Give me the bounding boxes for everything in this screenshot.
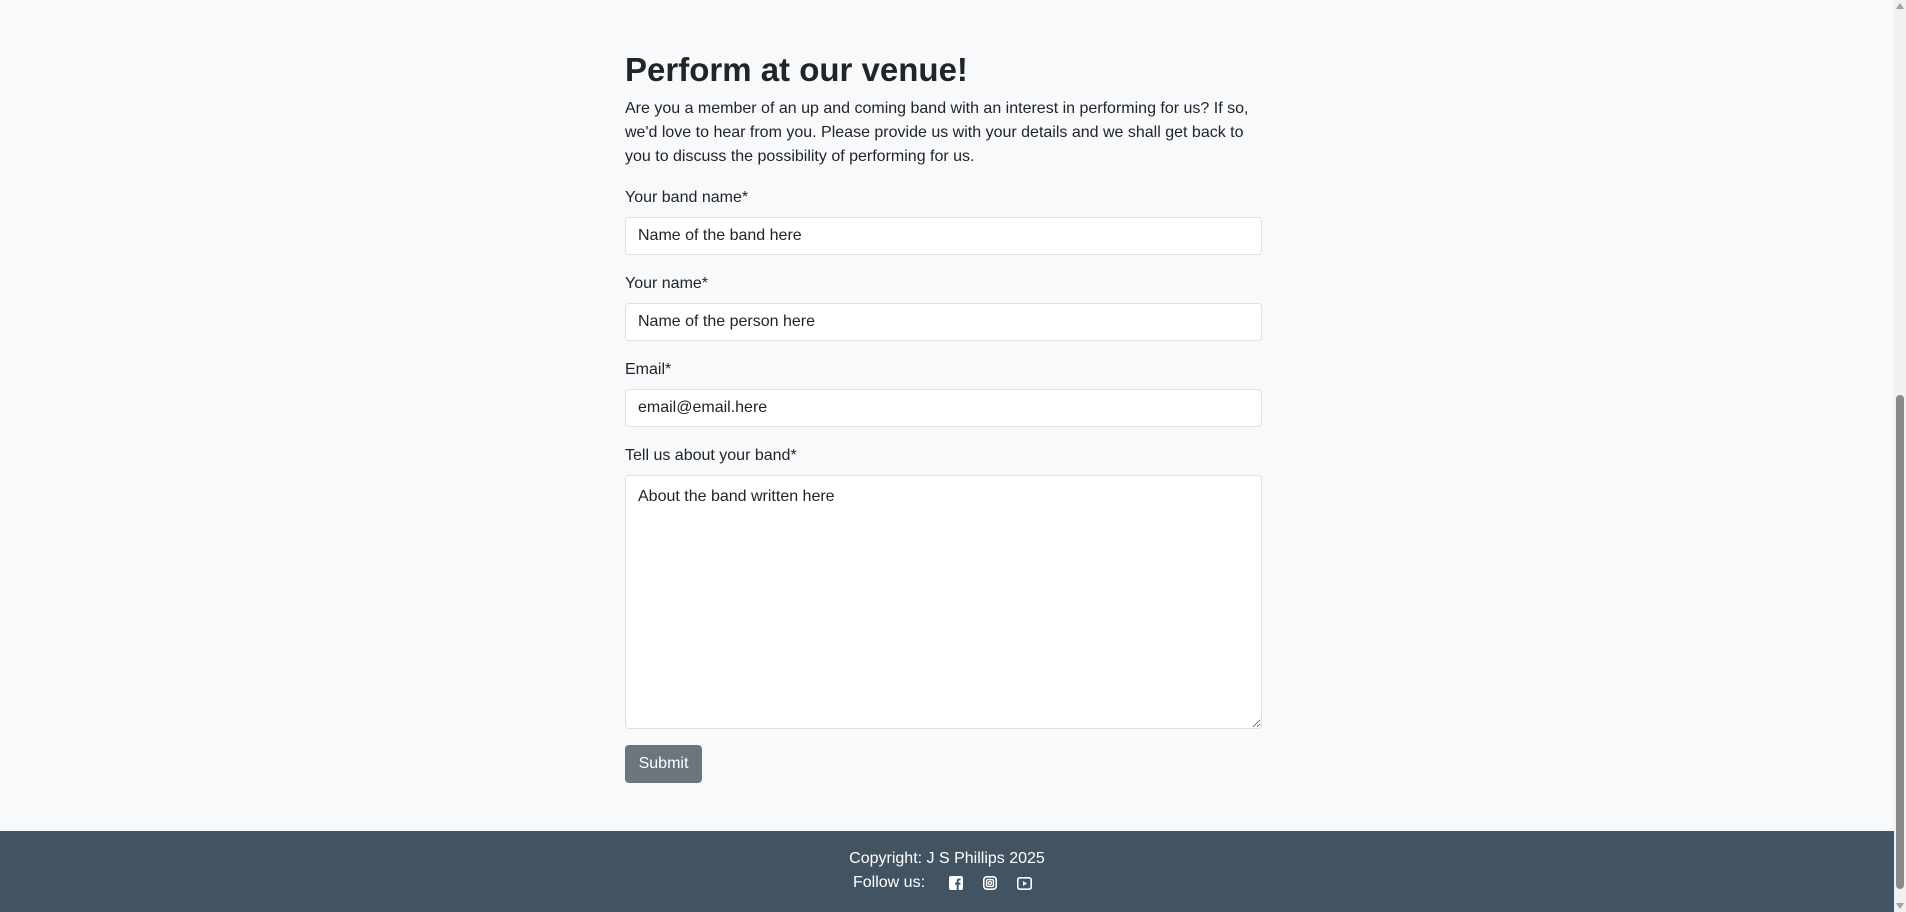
follow-us-row: Follow us: xyxy=(0,871,1894,895)
band-name-input[interactable] xyxy=(625,217,1262,255)
scroll-up-arrow-icon[interactable] xyxy=(1896,3,1904,9)
copyright-text: Copyright: J S Phillips 2025 xyxy=(849,850,1045,867)
intro-text: Are you a member of an up and coming ban… xyxy=(625,100,1249,165)
band-name-label: Your band name* xyxy=(625,189,749,206)
facebook-icon[interactable] xyxy=(946,873,966,893)
your-name-label: Your name* xyxy=(625,275,709,292)
email-label: Email* xyxy=(625,361,672,378)
scrollbar-thumb[interactable] xyxy=(1896,395,1904,889)
about-band-textarea[interactable] xyxy=(625,475,1262,729)
footer: Copyright: J S Phillips 2025 Follow us: xyxy=(0,831,1894,912)
about-band-label: Tell us about your band* xyxy=(625,447,797,464)
email-input[interactable] xyxy=(625,389,1262,427)
page: Perform at our venue! Are you a member o… xyxy=(0,0,1894,912)
youtube-icon[interactable] xyxy=(1014,873,1034,893)
page-title: Perform at our venue! xyxy=(625,51,968,88)
your-name-input[interactable] xyxy=(625,303,1262,341)
follow-us-label: Follow us: xyxy=(852,874,926,891)
vertical-scrollbar[interactable] xyxy=(1894,0,1906,912)
submit-button[interactable]: Submit xyxy=(625,745,702,783)
scroll-down-arrow-icon[interactable] xyxy=(1896,903,1904,909)
instagram-icon[interactable] xyxy=(980,873,1000,893)
